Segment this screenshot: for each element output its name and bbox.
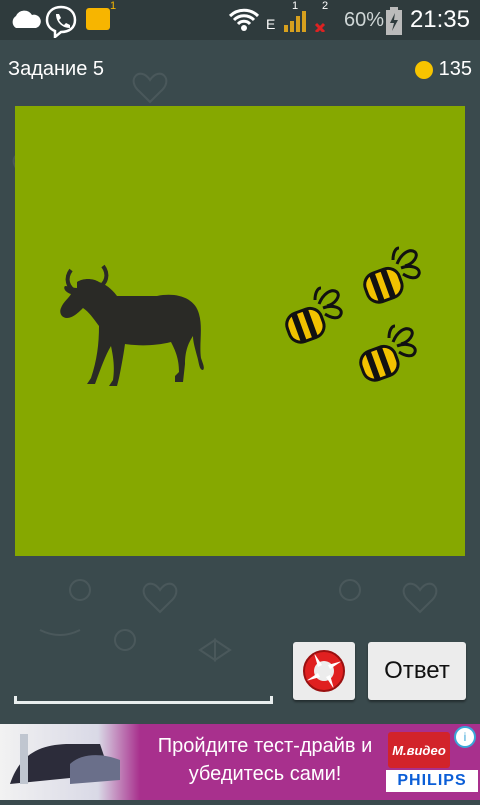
ad-brand-philips: PHILIPS	[386, 770, 478, 792]
header: Задание 5 135	[0, 50, 480, 90]
viber-icon	[45, 5, 77, 38]
cow-icon	[60, 264, 204, 386]
lifebuoy-icon	[303, 650, 345, 692]
cloud-icon	[12, 10, 41, 28]
ad-brand-mvideo: М.видео	[388, 732, 450, 768]
ad-image-iron	[0, 724, 140, 800]
coin-icon	[414, 60, 433, 79]
status-bar: 1 E 1 2 60% 21:35	[0, 0, 480, 40]
bee-icon	[363, 246, 421, 304]
ad-banner[interactable]: Пройдите тест-драйв и убедитесь сами! М.…	[0, 724, 480, 800]
coin-counter: 135	[414, 58, 472, 81]
coin-count: 135	[438, 58, 472, 80]
bee-icon	[359, 324, 417, 382]
answer-input-line[interactable]	[14, 696, 273, 704]
bee-icon	[285, 286, 343, 344]
puzzle-image	[15, 106, 465, 556]
signal-sim1-icon	[284, 11, 306, 32]
wifi-icon	[228, 8, 260, 31]
ad-text: Пройдите тест-драйв и убедитесь сами!	[157, 735, 373, 785]
signal-sim2-icon	[314, 22, 326, 32]
adchoices-icon[interactable]: i	[454, 726, 476, 748]
answer-button[interactable]: Ответ	[368, 642, 466, 700]
task-title: Задание 5	[8, 58, 105, 80]
clock: 21:35	[409, 6, 470, 33]
notification-count: 1	[110, 0, 117, 12]
battery-charging-icon	[386, 7, 402, 35]
message-icon	[86, 8, 110, 30]
battery-percent: 60%	[343, 8, 384, 31]
hint-button[interactable]	[293, 642, 355, 700]
network-type: E	[266, 16, 276, 32]
